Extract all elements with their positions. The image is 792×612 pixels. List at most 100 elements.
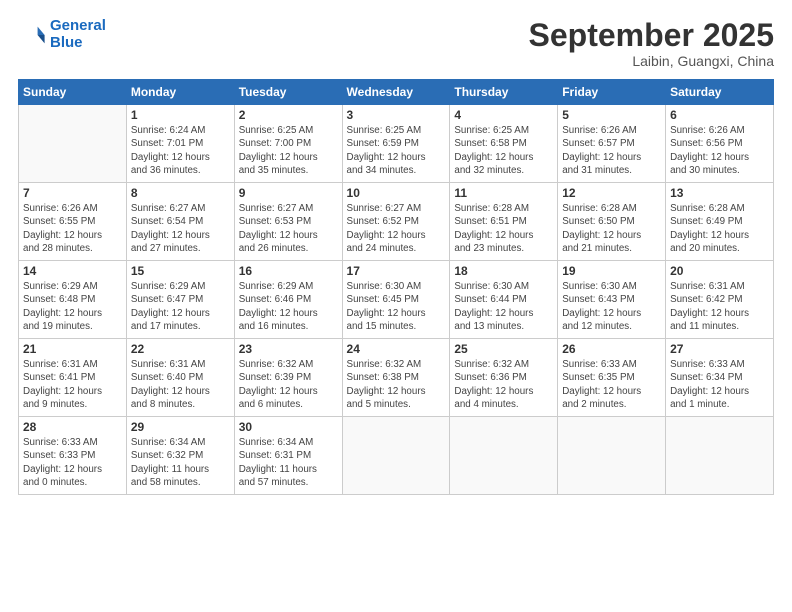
day-info: Sunrise: 6:33 AMSunset: 6:35 PMDaylight:… — [562, 358, 661, 411]
day-number: 11 — [454, 186, 553, 200]
calendar-cell: 10Sunrise: 6:27 AMSunset: 6:52 PMDayligh… — [342, 183, 450, 261]
day-info: Sunrise: 6:29 AMSunset: 6:47 PMDaylight:… — [131, 280, 230, 333]
calendar-cell: 19 Sunrise: 6:30 AMSunset: 6:43 PMDayligh… — [558, 261, 666, 339]
calendar-cell: 25 Sunrise: 6:32 AMSunset: 6:36 PMDayligh… — [450, 339, 558, 417]
weekday-header-row: SundayMondayTuesdayWednesdayThursdayFrid… — [19, 80, 774, 105]
day-number: 21 — [23, 342, 122, 356]
calendar-cell: 16 Sunrise: 6:29 AMSunset: 6:46 PMDayligh… — [234, 261, 342, 339]
day-info: Sunrise: 6:31 AMSunset: 6:42 PMDaylight:… — [670, 280, 769, 333]
day-info: Sunrise: 6:27 AMSunset: 6:54 PMDaylight:… — [131, 202, 230, 255]
logo-icon — [18, 21, 46, 49]
day-info: Sunrise: 6:34 AMSunset: 6:32 PMDaylight:… — [131, 436, 230, 489]
calendar-cell: 2Sunrise: 6:25 AMSunset: 7:00 PMDaylight… — [234, 105, 342, 183]
calendar-cell: 17Sunrise: 6:30 AMSunset: 6:45 PMDayligh… — [342, 261, 450, 339]
calendar-cell: 20 Sunrise: 6:31 AMSunset: 6:42 PMDayligh… — [666, 261, 774, 339]
day-number: 8 — [131, 186, 230, 200]
calendar-cell: 15Sunrise: 6:29 AMSunset: 6:47 PMDayligh… — [126, 261, 234, 339]
logo-text: General Blue — [50, 18, 106, 51]
calendar-cell: 14 Sunrise: 6:29 AMSunset: 6:48 PMDayligh… — [19, 261, 127, 339]
day-number: 19 — [562, 264, 661, 278]
main-title: September 2025 — [529, 18, 774, 53]
day-number: 27 — [670, 342, 769, 356]
week-row-2: 7Sunrise: 6:26 AMSunset: 6:55 PMDaylight… — [19, 183, 774, 261]
weekday-header-saturday: Saturday — [666, 80, 774, 105]
calendar-cell: 8 Sunrise: 6:27 AMSunset: 6:54 PMDaylight… — [126, 183, 234, 261]
day-number: 6 — [670, 108, 769, 122]
calendar-cell: 5 Sunrise: 6:26 AMSunset: 6:57 PMDaylight… — [558, 105, 666, 183]
week-row-5: 28 Sunrise: 6:33 AMSunset: 6:33 PMDayligh… — [19, 417, 774, 495]
calendar-cell — [19, 105, 127, 183]
calendar-cell: 11 Sunrise: 6:28 AMSunset: 6:51 PMDayligh… — [450, 183, 558, 261]
day-info: Sunrise: 6:24 AMSunset: 7:01 PMDaylight:… — [131, 124, 230, 177]
logo-line2: Blue — [50, 34, 83, 51]
day-info: Sunrise: 6:27 AMSunset: 6:53 PMDaylight:… — [239, 202, 338, 255]
day-info: Sunrise: 6:26 AMSunset: 6:56 PMDaylight:… — [670, 124, 769, 177]
calendar-cell: 23 Sunrise: 6:32 AMSunset: 6:39 PMDayligh… — [234, 339, 342, 417]
day-info: Sunrise: 6:30 AMSunset: 6:44 PMDaylight:… — [454, 280, 553, 333]
calendar-cell: 4Sunrise: 6:25 AMSunset: 6:58 PMDaylight… — [450, 105, 558, 183]
day-info: Sunrise: 6:32 AMSunset: 6:39 PMDaylight:… — [239, 358, 338, 411]
calendar-cell — [558, 417, 666, 495]
calendar-cell: 21 Sunrise: 6:31 AMSunset: 6:41 PMDayligh… — [19, 339, 127, 417]
day-number: 18 — [454, 264, 553, 278]
page: General Blue September 2025 Laibin, Guan… — [0, 0, 792, 612]
day-info: Sunrise: 6:34 AMSunset: 6:31 PMDaylight:… — [239, 436, 338, 489]
calendar-cell: 1 Sunrise: 6:24 AMSunset: 7:01 PMDaylight… — [126, 105, 234, 183]
weekday-header-tuesday: Tuesday — [234, 80, 342, 105]
header: General Blue September 2025 Laibin, Guan… — [18, 18, 774, 69]
day-info: Sunrise: 6:30 AMSunset: 6:43 PMDaylight:… — [562, 280, 661, 333]
weekday-header-monday: Monday — [126, 80, 234, 105]
day-info: Sunrise: 6:32 AMSunset: 6:38 PMDaylight:… — [347, 358, 446, 411]
day-number: 2 — [239, 108, 338, 122]
logo-line1: General — [50, 17, 106, 34]
calendar-cell: 9 Sunrise: 6:27 AMSunset: 6:53 PMDaylight… — [234, 183, 342, 261]
day-number: 10 — [347, 186, 446, 200]
week-row-3: 14 Sunrise: 6:29 AMSunset: 6:48 PMDayligh… — [19, 261, 774, 339]
calendar-cell: 3 Sunrise: 6:25 AMSunset: 6:59 PMDaylight… — [342, 105, 450, 183]
day-number: 30 — [239, 420, 338, 434]
day-number: 22 — [131, 342, 230, 356]
day-number: 13 — [670, 186, 769, 200]
day-info: Sunrise: 6:32 AMSunset: 6:36 PMDaylight:… — [454, 358, 553, 411]
day-number: 9 — [239, 186, 338, 200]
day-number: 3 — [347, 108, 446, 122]
day-number: 28 — [23, 420, 122, 434]
day-info: Sunrise: 6:33 AMSunset: 6:34 PMDaylight:… — [670, 358, 769, 411]
calendar-cell: 12Sunrise: 6:28 AMSunset: 6:50 PMDayligh… — [558, 183, 666, 261]
calendar-cell — [450, 417, 558, 495]
day-number: 1 — [131, 108, 230, 122]
calendar-cell: 27 Sunrise: 6:33 AMSunset: 6:34 PMDayligh… — [666, 339, 774, 417]
calendar-cell: 13 Sunrise: 6:28 AMSunset: 6:49 PMDayligh… — [666, 183, 774, 261]
calendar-cell: 22Sunrise: 6:31 AMSunset: 6:40 PMDayligh… — [126, 339, 234, 417]
day-info: Sunrise: 6:33 AMSunset: 6:33 PMDaylight:… — [23, 436, 122, 489]
calendar-cell: 24 Sunrise: 6:32 AMSunset: 6:38 PMDayligh… — [342, 339, 450, 417]
day-info: Sunrise: 6:28 AMSunset: 6:51 PMDaylight:… — [454, 202, 553, 255]
day-info: Sunrise: 6:31 AMSunset: 6:41 PMDaylight:… — [23, 358, 122, 411]
calendar-table: SundayMondayTuesdayWednesdayThursdayFrid… — [18, 79, 774, 495]
day-number: 20 — [670, 264, 769, 278]
day-number: 25 — [454, 342, 553, 356]
day-number: 24 — [347, 342, 446, 356]
day-number: 16 — [239, 264, 338, 278]
day-number: 23 — [239, 342, 338, 356]
day-number: 7 — [23, 186, 122, 200]
calendar-cell: 18 Sunrise: 6:30 AMSunset: 6:44 PMDayligh… — [450, 261, 558, 339]
day-info: Sunrise: 6:26 AMSunset: 6:57 PMDaylight:… — [562, 124, 661, 177]
day-number: 14 — [23, 264, 122, 278]
day-info: Sunrise: 6:29 AMSunset: 6:48 PMDaylight:… — [23, 280, 122, 333]
weekday-header-thursday: Thursday — [450, 80, 558, 105]
day-info: Sunrise: 6:29 AMSunset: 6:46 PMDaylight:… — [239, 280, 338, 333]
day-info: Sunrise: 6:25 AMSunset: 6:59 PMDaylight:… — [347, 124, 446, 177]
title-block: September 2025 Laibin, Guangxi, China — [529, 18, 774, 69]
week-row-1: 1 Sunrise: 6:24 AMSunset: 7:01 PMDaylight… — [19, 105, 774, 183]
day-info: Sunrise: 6:28 AMSunset: 6:50 PMDaylight:… — [562, 202, 661, 255]
day-info: Sunrise: 6:28 AMSunset: 6:49 PMDaylight:… — [670, 202, 769, 255]
day-number: 5 — [562, 108, 661, 122]
calendar-cell — [666, 417, 774, 495]
calendar-cell — [342, 417, 450, 495]
calendar-cell: 6 Sunrise: 6:26 AMSunset: 6:56 PMDaylight… — [666, 105, 774, 183]
calendar-cell: 26 Sunrise: 6:33 AMSunset: 6:35 PMDayligh… — [558, 339, 666, 417]
weekday-header-friday: Friday — [558, 80, 666, 105]
day-number: 26 — [562, 342, 661, 356]
day-number: 29 — [131, 420, 230, 434]
